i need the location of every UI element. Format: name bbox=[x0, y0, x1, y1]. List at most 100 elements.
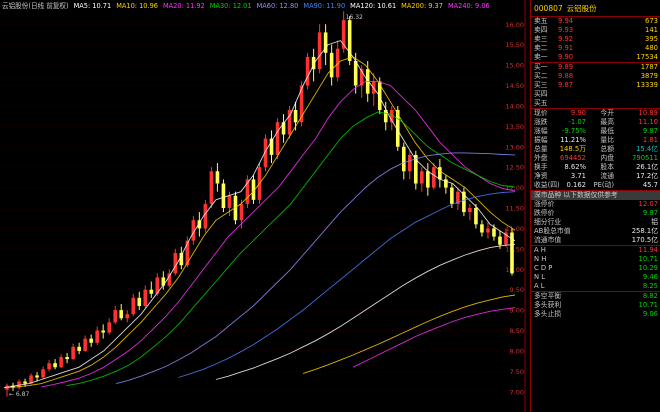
order-label: 买四 bbox=[534, 90, 548, 98]
order-label: 买五 bbox=[534, 99, 548, 107]
candle-body bbox=[113, 310, 118, 323]
order-book-row[interactable]: 卖四 9.93 141 bbox=[531, 26, 660, 35]
candle-body bbox=[450, 187, 454, 204]
candle-body bbox=[305, 56, 310, 86]
order-book-row[interactable]: 卖五 9.94 673 bbox=[531, 17, 660, 26]
y-tick-label: 10.00 bbox=[505, 266, 524, 274]
quote-row: 现价 9.90 今开 10.89 bbox=[531, 109, 660, 118]
indicator-row: N L 9.46 bbox=[531, 273, 660, 282]
candle-body bbox=[35, 375, 39, 378]
ma-legend-item: MA60: 12.80 bbox=[256, 2, 299, 10]
quote-value: 790511 bbox=[632, 154, 658, 162]
order-book-row[interactable]: 卖一 9.90 17534 bbox=[531, 53, 660, 62]
indicator-row-value: 9.46 bbox=[642, 273, 658, 281]
indicator-row-value: 10.71 bbox=[638, 255, 658, 263]
indicator-row-label: N H bbox=[534, 255, 547, 263]
candle-body bbox=[420, 171, 424, 184]
quote-value: 0.162 bbox=[566, 181, 586, 189]
candle-body bbox=[329, 52, 334, 78]
ah-indicators: A H 11.94 N H 10.71 C D P 10.29 N L 9.46 A L 8.25 bbox=[531, 246, 660, 291]
order-label: 买一 bbox=[534, 63, 548, 71]
kline-chart-area[interactable]: 云铝股份(日线 前复权) MA5: 10.71 MA10: 10.96 MA20: 1… bbox=[0, 0, 530, 412]
quote-label: 总量 bbox=[534, 145, 548, 153]
candle-body bbox=[47, 363, 51, 370]
order-price: 9.89 bbox=[558, 63, 574, 71]
quote-value: 8.62% bbox=[564, 163, 586, 171]
candle-body bbox=[65, 357, 69, 360]
quote-label: 净资 bbox=[534, 172, 548, 180]
order-price bbox=[558, 90, 598, 99]
indicator-row-value: 8.25 bbox=[642, 282, 658, 290]
candlestick-chart[interactable]: 16.00 15.50 15.00 14.50 14.00 13.50 13.00 12.50… bbox=[0, 0, 530, 412]
order-volume: 1787 bbox=[640, 63, 658, 71]
signal-row-value: 10.71 bbox=[638, 301, 658, 309]
order-price: 9.93 bbox=[558, 26, 574, 34]
stock-code: 000807 bbox=[534, 3, 563, 13]
indicator-row-label: A H bbox=[534, 246, 546, 254]
order-book-row[interactable]: 卖三 9.92 395 bbox=[531, 35, 660, 44]
ma-legend-item: MA30: 12.01 bbox=[209, 2, 252, 10]
order-volume: 673 bbox=[645, 17, 658, 25]
y-tick-label: 11.50 bbox=[505, 205, 524, 213]
quote-label: 量比 bbox=[600, 136, 614, 144]
limit-row-label: 细分行业 bbox=[534, 218, 562, 226]
order-book-row[interactable]: 买二 9.88 3879 bbox=[531, 72, 660, 81]
candle-body bbox=[293, 110, 298, 123]
order-price bbox=[558, 99, 598, 108]
quote-row: 收益(四) 0.162 PE(动) 45.7 bbox=[531, 181, 660, 190]
y-tick-label: 14.00 bbox=[505, 102, 524, 110]
ma-line-ma240 bbox=[352, 307, 516, 368]
candle-body bbox=[426, 171, 430, 188]
signal-row-label: 多空平衡 bbox=[534, 292, 562, 300]
order-book-row[interactable]: 买五 bbox=[531, 99, 660, 108]
candle-body bbox=[23, 381, 27, 384]
candle-body bbox=[173, 252, 178, 274]
quote-label: 收益(四) bbox=[534, 181, 560, 189]
indicator-row-label: A L bbox=[534, 282, 545, 290]
quote-value: 11.10 bbox=[638, 118, 658, 126]
candle-body bbox=[239, 203, 244, 221]
quote-value: 45.7 bbox=[642, 181, 658, 189]
quote-value: 3.71 bbox=[570, 172, 586, 180]
order-label: 卖二 bbox=[534, 44, 548, 52]
candle-body bbox=[131, 297, 136, 315]
limit-info: 涨停价 12.07 跌停价 9.87 细分行业 铝 AB股总市值 258.1亿 流通市值 170.… bbox=[531, 200, 660, 245]
quote-label: 股本 bbox=[600, 163, 614, 171]
candle-body bbox=[317, 32, 322, 70]
ma-legend-item: MA90: 11.90 bbox=[303, 2, 346, 10]
quote-label: 今开 bbox=[600, 109, 614, 117]
candle-body bbox=[474, 208, 478, 225]
order-book-row[interactable]: 买一 9.89 1787 bbox=[531, 63, 660, 72]
order-volume: 480 bbox=[645, 44, 658, 52]
ma-legend-item: MA240: 9.06 bbox=[447, 2, 490, 10]
candle-body bbox=[353, 61, 358, 86]
ma-legend-item: MA120: 10.61 bbox=[350, 2, 397, 10]
quote-value: 10.89 bbox=[638, 109, 658, 117]
limit-row: 跌停价 9.87 bbox=[531, 209, 660, 218]
candle-body bbox=[53, 363, 57, 368]
limit-row-value: 12.07 bbox=[638, 200, 658, 208]
y-tick-label: 13.50 bbox=[505, 123, 524, 131]
limit-row-value: 258.1亿 bbox=[631, 227, 658, 235]
candle-body bbox=[407, 154, 412, 172]
limit-row-label: AB股总市值 bbox=[534, 227, 571, 235]
limit-row-value: 170.5亿 bbox=[631, 236, 658, 244]
candle-body bbox=[401, 146, 406, 172]
order-book-row[interactable]: 买四 bbox=[531, 90, 660, 99]
y-tick-label: 15.50 bbox=[505, 41, 524, 49]
candle-body bbox=[77, 346, 81, 351]
y-tick-label: 14.50 bbox=[505, 82, 524, 90]
candle-body bbox=[275, 122, 280, 155]
order-price: 9.91 bbox=[558, 44, 574, 52]
indicator-row-label: N L bbox=[534, 273, 546, 281]
stock-header[interactable]: 000807 云铝股份 bbox=[531, 0, 660, 17]
order-book-row[interactable]: 卖二 9.91 480 bbox=[531, 44, 660, 53]
candle-body bbox=[137, 297, 142, 306]
indicator-row-value: 10.29 bbox=[638, 264, 658, 272]
ma-line-ma10 bbox=[3, 56, 516, 389]
quote-value: -9.75% bbox=[561, 127, 586, 135]
limit-row-value: 9.87 bbox=[642, 209, 658, 217]
order-book-row[interactable]: 买三 9.87 13339 bbox=[531, 81, 660, 90]
y-tick-label: 9.50 bbox=[510, 286, 524, 294]
buy-orders: 买一 9.89 1787 买二 9.88 3879 买三 9.87 13339 买四 买五 bbox=[531, 63, 660, 108]
